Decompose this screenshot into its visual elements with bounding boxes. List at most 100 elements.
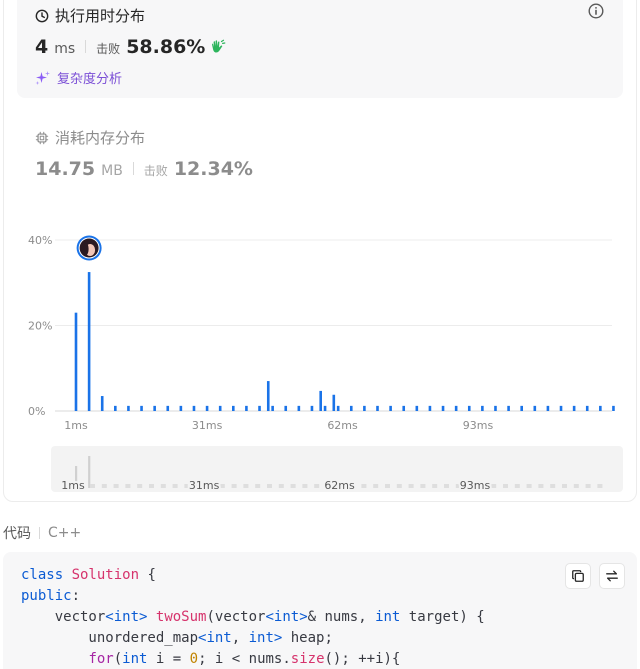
chart-bar — [349, 405, 353, 411]
copy-icon — [572, 570, 584, 582]
navigator-bar — [361, 484, 367, 488]
navigator-bar — [290, 484, 296, 488]
navigator-bar — [314, 484, 320, 488]
code-token: twoSum — [155, 609, 207, 625]
chart-bar — [332, 394, 336, 411]
code-line: for(int i = 0; i < nums.size(); ++i){ — [21, 649, 485, 669]
code-token: int — [122, 651, 148, 667]
chart-bar — [310, 405, 314, 411]
chart-bar — [481, 405, 484, 411]
chart-bar — [232, 405, 235, 411]
y-tick-label: 20% — [28, 320, 52, 333]
navigator-bar — [538, 484, 544, 488]
navigator-bar — [396, 484, 402, 488]
navigator-bar — [267, 484, 272, 488]
navigator-bar — [408, 484, 414, 488]
chart-bar — [284, 405, 288, 411]
x-tick-label: 1ms — [64, 419, 88, 432]
code-token: , — [231, 630, 249, 646]
code-token: { — [139, 567, 156, 583]
code-token: int> — [248, 630, 283, 646]
navigator-bar — [88, 456, 91, 488]
navigator-bar — [149, 484, 154, 488]
code-language: C++ — [48, 525, 82, 541]
code-line: public: — [21, 586, 485, 607]
navigator-bar — [160, 484, 166, 488]
navigator-bar — [373, 484, 379, 488]
navigator-tick-label: 62ms — [324, 479, 355, 492]
navigator-bar — [231, 484, 237, 488]
navigator-bar — [526, 484, 532, 488]
navigator-tick-label: 1ms — [61, 479, 85, 492]
chart-bar — [389, 405, 392, 411]
chart-bar — [114, 405, 117, 411]
navigator-bar — [444, 484, 449, 488]
chart-bar — [599, 405, 602, 411]
code-header: 代码 C++ — [3, 523, 81, 543]
code-token: heap; — [282, 630, 333, 646]
navigator-bar — [243, 484, 249, 488]
navigator-bar — [172, 484, 178, 488]
y-tick-label: 0% — [28, 405, 45, 418]
code-token: <int> — [265, 609, 308, 625]
chart-bar — [572, 405, 576, 411]
navigator-bar — [255, 484, 261, 488]
navigator-bar — [113, 484, 119, 488]
chart-bar — [507, 405, 510, 411]
chart-bar — [441, 405, 445, 411]
chart-bar — [323, 405, 327, 411]
navigator-bar — [302, 484, 308, 488]
chart-bar — [533, 405, 537, 411]
navigator-bar — [137, 484, 143, 488]
code-block[interactable]: class Solution {public: vector<int> twoS… — [21, 565, 485, 669]
chart-bar — [612, 405, 615, 411]
code-token: target) { — [400, 609, 485, 625]
navigator-bar — [432, 484, 438, 488]
navigator-bar — [562, 484, 567, 488]
code-token: 0 — [189, 651, 199, 667]
navigator-bar — [420, 484, 426, 488]
code-token: <int> — [105, 609, 148, 625]
navigator-tick-label: 31ms — [189, 479, 220, 492]
navigator-tick-label: 93ms — [460, 479, 491, 492]
copy-button[interactable] — [565, 563, 591, 589]
chart-bar — [546, 405, 550, 411]
code-token: vector — [21, 609, 106, 625]
chart-bar — [297, 405, 301, 411]
swap-button[interactable] — [599, 563, 625, 589]
code-token: ( — [113, 651, 123, 667]
chart-bar — [205, 405, 209, 411]
code-line: unordered_map<int, int> heap; — [21, 628, 485, 649]
chart-bar — [140, 405, 143, 411]
code-token: (vector — [206, 609, 266, 625]
code-token: <int — [198, 630, 232, 646]
navigator-bar — [125, 484, 131, 488]
navigator-bar — [278, 484, 284, 488]
code-line: vector<int> twoSum(vector<int>& nums, in… — [21, 607, 485, 628]
navigator-bar — [491, 484, 497, 488]
navigator-bar — [585, 484, 591, 488]
chart-bar — [494, 405, 497, 411]
code-token: ; i < nums. — [198, 651, 291, 667]
chart-bar — [376, 405, 379, 411]
chart-bar — [153, 405, 156, 411]
chart-bar — [74, 312, 78, 411]
navigator-bar — [90, 484, 95, 488]
navigator-bar — [503, 484, 508, 488]
memory-distribution-chart[interactable]: 40% 20% 0% 1ms 31ms 62ms 93ms 1ms 31ms 62ms 93ms — [0, 0, 640, 500]
chart-bar — [166, 405, 170, 411]
navigator-bar — [597, 484, 603, 488]
chart-bar — [258, 405, 261, 411]
chart-bar — [271, 405, 274, 411]
chart-bar — [218, 405, 222, 411]
chart-bar — [127, 405, 130, 411]
code-token: int — [375, 609, 401, 625]
code-token: & nums, — [307, 609, 376, 625]
x-tick-label: 93ms — [463, 419, 494, 432]
user-avatar[interactable] — [76, 235, 102, 261]
code-token: for — [88, 651, 114, 667]
chart-bar — [559, 405, 563, 411]
navigator-bar — [550, 484, 556, 488]
